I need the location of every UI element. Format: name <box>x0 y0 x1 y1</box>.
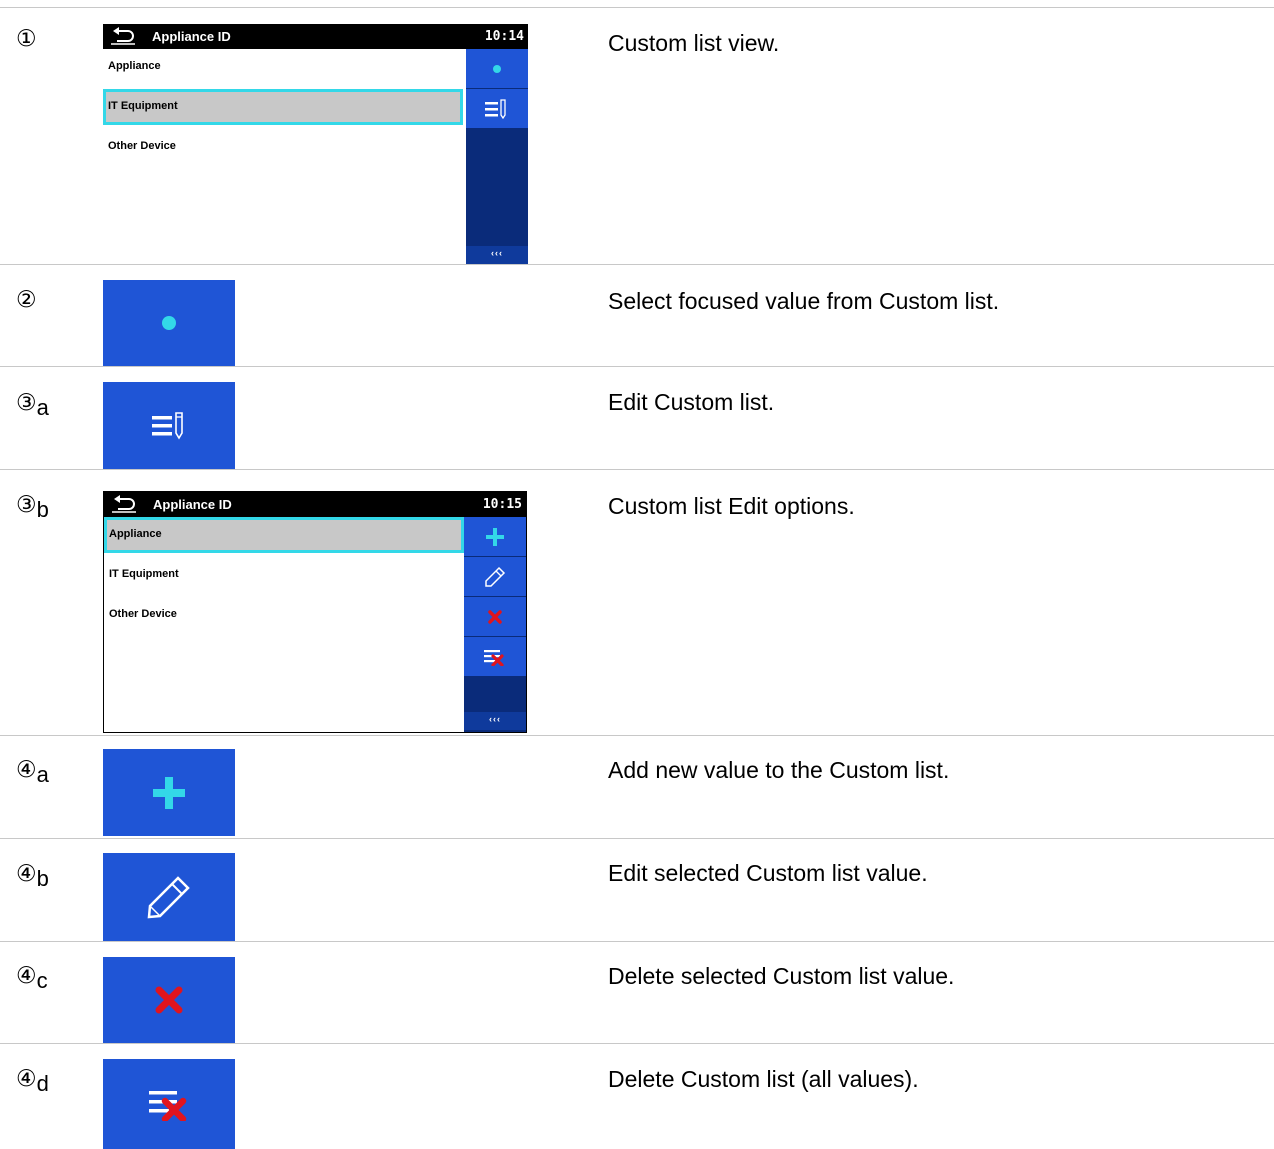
dot-icon <box>493 64 501 73</box>
delete-list-button[interactable] <box>464 637 526 677</box>
row-divider <box>0 941 1274 942</box>
step-description: Add new value to the Custom list. <box>608 757 950 783</box>
list-item[interactable]: Other Device <box>104 597 464 633</box>
pencil-icon <box>485 566 506 587</box>
row-divider <box>0 264 1274 265</box>
custom-list-edit-screen: Appliance ID 10:15 Appliance IT Equipmen… <box>103 491 527 733</box>
plus-icon <box>153 776 185 809</box>
list-item-selected[interactable]: IT Equipment <box>103 89 463 125</box>
row-divider <box>0 366 1274 367</box>
more-options-button[interactable]: ‹‹‹ <box>466 246 528 264</box>
custom-list-screen: Appliance ID 10:14 Appliance IT Equipmen… <box>103 24 528 264</box>
row-divider <box>0 7 1274 8</box>
step-description: Select focused value from Custom list. <box>608 288 1000 314</box>
step-number: ③b <box>16 492 49 522</box>
step-number: ④d <box>16 1066 49 1096</box>
dot-icon <box>162 316 176 330</box>
select-button-large <box>103 280 235 366</box>
side-panel: ‹‹‹ <box>464 517 526 732</box>
step-number: ④a <box>16 757 49 787</box>
list-delete-icon <box>484 649 504 666</box>
screen-title: Appliance ID <box>152 29 231 44</box>
list-item[interactable]: Other Device <box>103 129 463 165</box>
step-number: ④c <box>16 963 48 993</box>
more-options-button[interactable]: ‹‹‹ <box>464 712 526 730</box>
back-arrow-icon[interactable] <box>111 27 135 45</box>
add-button-large <box>103 749 235 836</box>
step-number: ② <box>16 287 37 313</box>
step-description: Edit selected Custom list value. <box>608 860 928 886</box>
edit-value-button[interactable] <box>464 557 526 597</box>
delete-value-button[interactable] <box>464 597 526 637</box>
custom-list: Appliance IT Equipment Other Device <box>103 49 465 264</box>
list-edit-icon <box>152 411 183 440</box>
list-item[interactable]: Appliance <box>103 49 463 85</box>
title-bar: Appliance ID 10:14 <box>103 24 528 49</box>
pencil-icon <box>147 876 190 919</box>
title-bar: Appliance ID 10:15 <box>104 492 526 517</box>
add-button[interactable] <box>464 517 526 557</box>
edit-value-button-large <box>103 853 235 941</box>
edit-list-button[interactable] <box>466 89 528 129</box>
side-panel: ‹‹‹ <box>466 49 528 264</box>
x-icon <box>155 986 183 1014</box>
plus-icon <box>486 527 504 546</box>
step-description: Edit Custom list. <box>608 389 775 415</box>
step-number: ④b <box>16 861 49 891</box>
edit-list-button-large <box>103 382 235 469</box>
list-delete-icon <box>149 1091 187 1121</box>
more-options-label: ‹‹‹ <box>491 248 503 258</box>
delete-list-button-large <box>103 1059 235 1149</box>
row-divider <box>0 838 1274 839</box>
step-number: ③a <box>16 390 49 420</box>
custom-list: Appliance IT Equipment Other Device <box>104 517 466 732</box>
clock: 10:14 <box>484 29 524 44</box>
clock: 10:15 <box>482 497 522 512</box>
step-number: ① <box>16 26 37 52</box>
step-description: Delete selected Custom list value. <box>608 963 955 989</box>
list-item-selected[interactable]: Appliance <box>104 517 464 553</box>
list-edit-icon <box>485 98 506 119</box>
select-button[interactable] <box>466 49 528 89</box>
row-divider <box>0 1043 1274 1044</box>
step-description: Delete Custom list (all values). <box>608 1066 919 1092</box>
screen-title: Appliance ID <box>153 497 232 512</box>
list-item[interactable]: IT Equipment <box>104 557 464 593</box>
step-description: Custom list view. <box>608 30 780 56</box>
back-arrow-icon[interactable] <box>112 495 136 513</box>
more-options-label: ‹‹‹ <box>489 714 501 724</box>
delete-value-button-large <box>103 957 235 1043</box>
x-icon <box>488 609 502 624</box>
row-divider <box>0 735 1274 736</box>
row-divider <box>0 469 1274 470</box>
step-description: Custom list Edit options. <box>608 493 855 519</box>
